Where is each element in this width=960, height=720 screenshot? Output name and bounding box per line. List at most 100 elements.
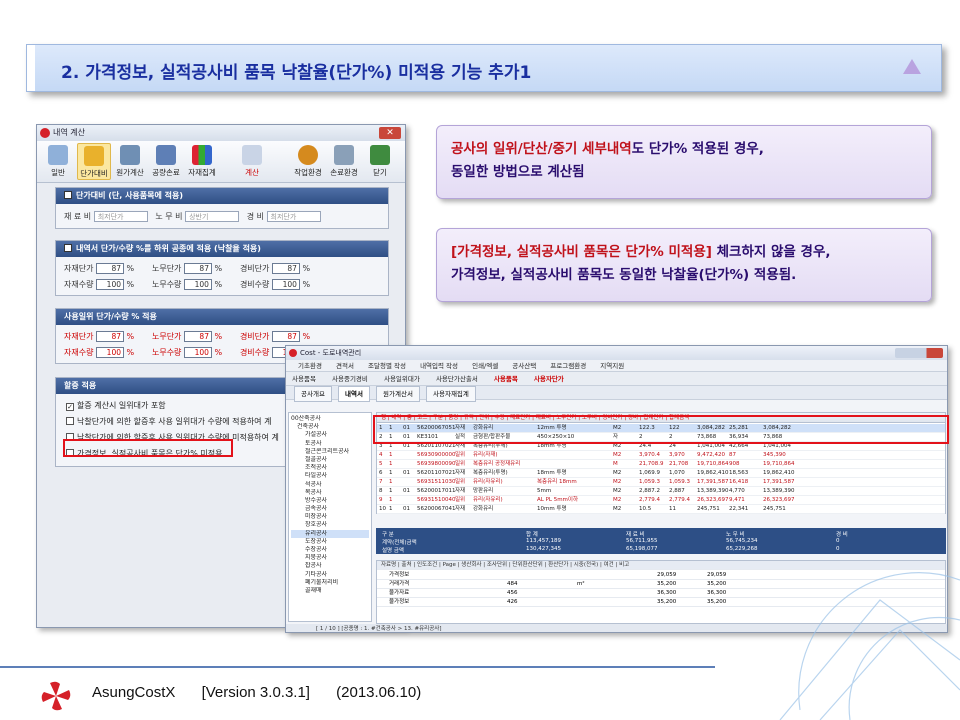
list-cell: 29,059 bbox=[707, 572, 727, 578]
table-cell: 복층유리 공정재유리 bbox=[473, 461, 521, 467]
table-cell: 유리(자유리) bbox=[473, 479, 503, 485]
table-row[interactable]: 5 1 56939800090 일위 복층유리 공정재유리 M 21,708.9 21,708… bbox=[377, 460, 945, 469]
tool-item[interactable]: 사용중기경비 bbox=[332, 375, 368, 383]
toolbar-general-button[interactable]: 일반 bbox=[41, 143, 75, 180]
table-cell: 2,887 bbox=[669, 488, 685, 494]
close-button[interactable]: ✕ bbox=[379, 127, 401, 139]
menu-item[interactable]: 공사산택 bbox=[512, 362, 536, 370]
menu-item[interactable]: 견적서 bbox=[336, 362, 354, 370]
checkbox-checked-icon[interactable]: ✓ bbox=[66, 403, 74, 411]
tab-material-sum[interactable]: 사용자재집계 bbox=[426, 386, 476, 402]
tree-item[interactable]: 골재매 bbox=[291, 587, 369, 595]
toolbar-close-button[interactable]: 닫기 bbox=[363, 143, 397, 180]
expense-qty-input[interactable]: 100 bbox=[271, 279, 300, 290]
tree-item[interactable]: 조적공사 bbox=[291, 464, 369, 472]
tab-estimate[interactable]: 내역서 bbox=[338, 386, 370, 402]
used-labor-qty-input[interactable]: 100 bbox=[183, 347, 212, 358]
menu-item[interactable]: 기초환경 bbox=[298, 362, 322, 370]
menu-item[interactable]: 지역지원 bbox=[600, 362, 624, 370]
toolbar-cost-calc-button[interactable]: 원가계산 bbox=[113, 143, 147, 180]
tree-item[interactable]: 폐기물처리비 bbox=[291, 579, 369, 587]
tool-item[interactable]: 사용단가산출서 bbox=[436, 375, 478, 383]
tool-item-user-price[interactable]: 사용자단가 bbox=[534, 375, 564, 383]
tree-item[interactable]: 창호공사 bbox=[291, 521, 369, 529]
table-row[interactable]: 10 1 01 56200067041 자재 강화유리 10mm 투명 M2 10.5 11 245… bbox=[377, 505, 945, 514]
toolbar-calc-button[interactable]: 계산 bbox=[235, 143, 269, 180]
tree-item[interactable]: 유리공사 bbox=[291, 529, 369, 538]
tree-item[interactable]: 기타공사 bbox=[291, 571, 369, 579]
table-cell: 17,391,587 bbox=[763, 479, 795, 485]
used-material-price-input[interactable]: 87 bbox=[96, 331, 124, 342]
table-cell: 19,710,864 bbox=[697, 461, 729, 467]
menu-item[interactable]: 인쇄/엑셀 bbox=[472, 362, 498, 370]
table-row[interactable]: 4 1 56930900000 일위 유리(자재) M2 3,970.4 3,970 9,472… bbox=[377, 451, 945, 460]
toolbar-work-env-button[interactable]: 작업환경 bbox=[291, 143, 325, 180]
used-rate-row-2: 자재수량 100 % 노무수량 100 % 경비수량 100 % bbox=[64, 347, 310, 358]
tree-item[interactable]: 철골공사 bbox=[291, 456, 369, 464]
tree-item[interactable]: 00산축공사 bbox=[291, 415, 369, 423]
section-checkbox[interactable] bbox=[64, 244, 72, 252]
used-labor-price-input[interactable]: 87 bbox=[183, 331, 212, 342]
table-cell: 19,862,410 bbox=[697, 470, 729, 476]
tree-item[interactable]: 미장공사 bbox=[291, 513, 369, 521]
tree-item[interactable]: 타일공사 bbox=[291, 472, 369, 480]
labor-qty-input[interactable]: 100 bbox=[183, 279, 212, 290]
tab-cost-sheet[interactable]: 원가계산서 bbox=[376, 386, 420, 402]
tree-item[interactable]: 가설공사 bbox=[291, 431, 369, 439]
tree-item[interactable]: 토공사 bbox=[291, 440, 369, 448]
bar-chart-icon bbox=[192, 145, 212, 165]
table-cell: 26,323,697 bbox=[763, 497, 795, 503]
table-cell: 자재 bbox=[455, 488, 466, 494]
menu-item[interactable]: 조달청별 작성 bbox=[368, 362, 406, 370]
tree-item[interactable]: 목공사 bbox=[291, 489, 369, 497]
tree-item[interactable]: 철근콘크리트공사 bbox=[291, 448, 369, 456]
table-cell: 26,323,697 bbox=[697, 497, 729, 503]
toolbar-unit-compare-button[interactable]: 단가대비 bbox=[77, 143, 111, 180]
toolbar-material-sum-button[interactable]: 자재집계 bbox=[185, 143, 219, 180]
tree-item[interactable]: 잡공사 bbox=[291, 562, 369, 570]
tree-item[interactable]: 지붕공사 bbox=[291, 554, 369, 562]
toolbar-labor-button[interactable]: 공량손료 bbox=[149, 143, 183, 180]
labor-select[interactable]: 상반기 bbox=[185, 211, 240, 222]
window-control-buttons[interactable] bbox=[895, 348, 943, 358]
callout-1-line2: 동일한 방법으로 계산됨 bbox=[451, 164, 585, 180]
work-type-tree[interactable]: 00산축공사 건축공사 가설공사 토공사 철근콘크리트공사 철골공사 조적공사 타일공사 석공사… bbox=[288, 412, 372, 622]
material-price-input[interactable]: 87 bbox=[96, 263, 124, 274]
table-row[interactable]: 8 1 01 56200017011 자재 망판유리 5mm M2 2,887.2 2,887 13… bbox=[377, 487, 945, 496]
table-cell: 자재 bbox=[455, 470, 466, 476]
option-include-unit-price[interactable]: ✓ 할증 계산시 일위대가 포함 bbox=[66, 400, 166, 411]
material-select[interactable]: 최저단가 bbox=[93, 211, 148, 222]
labor-price-input[interactable]: 87 bbox=[183, 263, 212, 274]
table-row[interactable]: 7 1 56931511030 일위 유리(자유리) 복층유리 18mm M2 1,059.3… bbox=[377, 478, 945, 487]
table-row[interactable]: 9 1 56931510040 일위 유리(자유리) AL PL 5mm이하 M2 2,779… bbox=[377, 496, 945, 505]
section-header: 단가대비 (단, 사용품목에 적용) bbox=[56, 188, 388, 204]
tree-item[interactable]: 방수공사 bbox=[291, 497, 369, 505]
menu-item[interactable]: 프로그램환경 bbox=[550, 362, 586, 370]
table-row[interactable]: 6 1 01 56201107021 자재 복층유리(투명) 18mm 투명 M2 1,069.… bbox=[377, 469, 945, 478]
menu-item[interactable]: 내역입력 작성 bbox=[420, 362, 458, 370]
table-cell: 01 bbox=[403, 506, 410, 512]
toolbar-rental-env-button[interactable]: 손료환경 bbox=[327, 143, 361, 180]
section-header: 내역서 단가/수량 %를 하위 공종에 적용 (낙찰율 적용) bbox=[56, 241, 388, 257]
used-expense-price-input[interactable]: 87 bbox=[271, 331, 300, 342]
tool-item[interactable]: 사용품목 bbox=[292, 375, 316, 383]
table-cell: 1,059.3 bbox=[669, 479, 690, 485]
tree-item[interactable]: 수장공사 bbox=[291, 546, 369, 554]
option-apply-qty[interactable]: 낙찰단가에 의한 할증후 사용 일위대가 수량에 적용하여 계 bbox=[66, 416, 271, 427]
expense-price-input[interactable]: 87 bbox=[271, 263, 300, 274]
material-qty-input[interactable]: 100 bbox=[96, 279, 124, 290]
tree-item[interactable]: 건축공사 bbox=[291, 423, 369, 431]
scroll-up-icon[interactable] bbox=[903, 59, 921, 74]
tree-item[interactable]: 석공사 bbox=[291, 481, 369, 489]
checkbox-icon[interactable] bbox=[66, 417, 74, 425]
tree-item[interactable]: 도장공사 bbox=[291, 538, 369, 546]
expense-select[interactable]: 최저단가 bbox=[266, 211, 321, 222]
tool-item-used-items[interactable]: 사용품목 bbox=[494, 375, 518, 383]
used-material-qty-input[interactable]: 100 bbox=[96, 347, 124, 358]
app-logo-icon bbox=[40, 128, 50, 138]
callout-2-text: 체크하지 않을 경우, bbox=[711, 244, 831, 260]
section-checkbox[interactable] bbox=[64, 191, 72, 199]
tree-item[interactable]: 금속공사 bbox=[291, 505, 369, 513]
tab-overview[interactable]: 공사개요 bbox=[294, 386, 332, 402]
tool-item[interactable]: 사용일위대가 bbox=[384, 375, 420, 383]
